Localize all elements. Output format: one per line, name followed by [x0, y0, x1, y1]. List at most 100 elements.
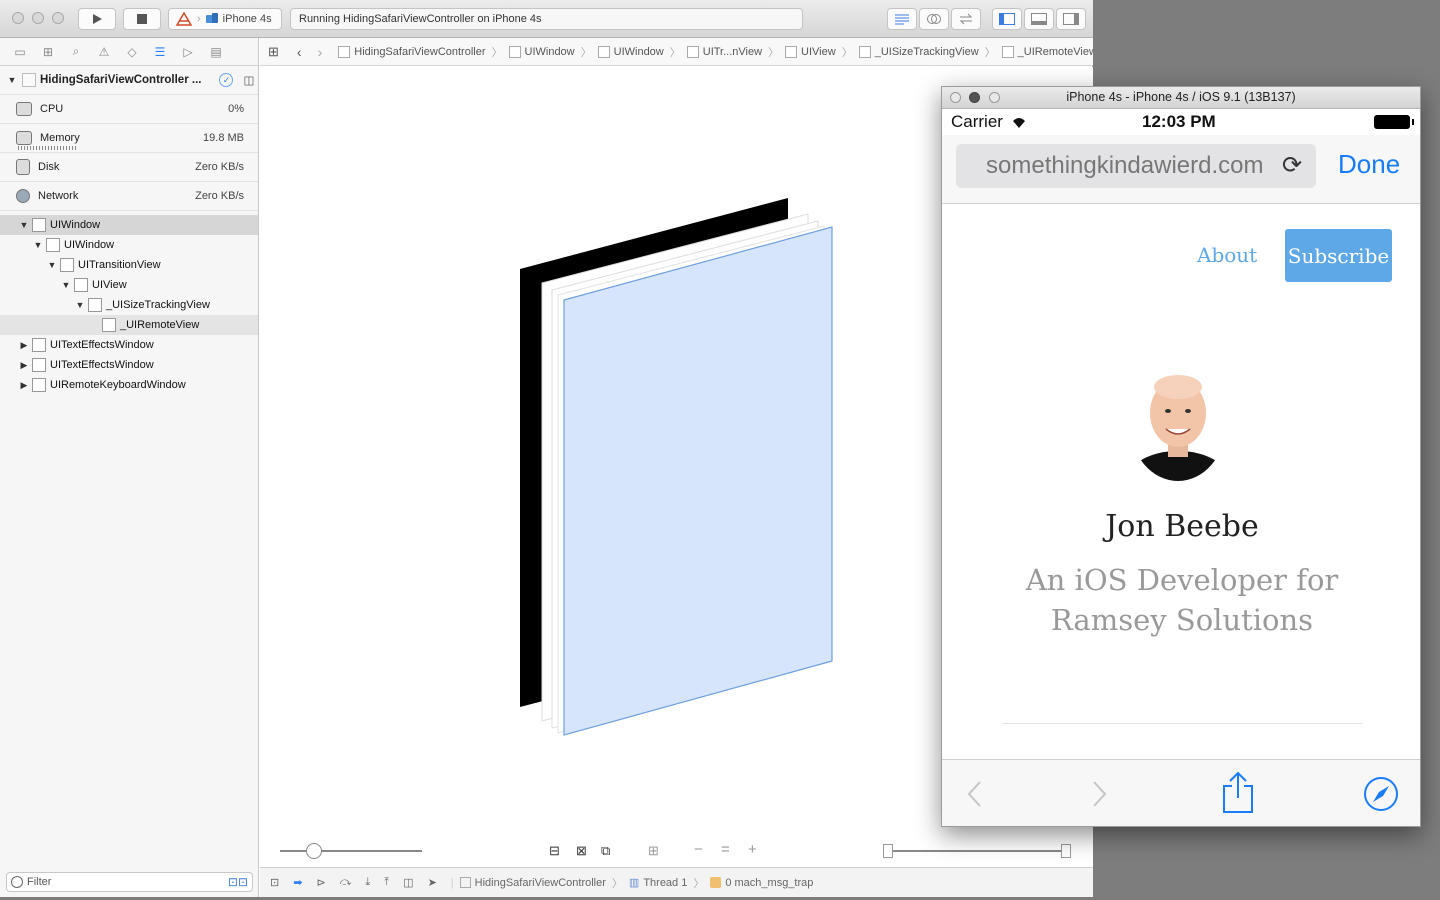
scheme-device-label: iPhone 4s — [222, 13, 272, 25]
disclosure-right-icon[interactable]: ▶ — [18, 380, 30, 391]
location-icon[interactable]: ➤ — [428, 876, 437, 889]
tree-label: UIRemoteKeyboardWindow — [50, 379, 186, 391]
tree-row[interactable]: ▼ UIView — [0, 275, 258, 295]
toggle-utilities-button[interactable] — [1056, 8, 1086, 30]
run-button[interactable] — [78, 8, 116, 30]
zoom-in-icon[interactable]: + — [748, 841, 757, 858]
breadcrumb-item[interactable]: UIWindow — [508, 45, 575, 58]
breadcrumb-item[interactable]: UIView — [785, 45, 836, 58]
tree-row[interactable]: ▼ UIWindow — [0, 235, 258, 255]
disclosure-down-icon[interactable]: ▼ — [32, 240, 44, 250]
related-items-icon[interactable]: ⊞ — [268, 44, 279, 60]
stop-button[interactable] — [123, 8, 161, 30]
folder-icon[interactable]: ▭ — [12, 45, 28, 59]
step-out-icon[interactable]: ⤒ — [384, 876, 389, 889]
symbol-navigator-icon[interactable]: ⊞ — [40, 45, 56, 59]
tree-row-selected[interactable]: _UIRemoteView — [0, 315, 258, 335]
chevron-right-icon: 〉 — [611, 877, 623, 890]
remote-view-layer[interactable] — [563, 226, 833, 736]
disclosure-down-icon[interactable]: ▼ — [46, 260, 58, 270]
report-icon[interactable]: ▤ — [208, 45, 224, 59]
network-gauge[interactable]: Network Zero KB/s — [0, 182, 258, 211]
simulator-device-icon — [205, 13, 218, 23]
version-editor-button[interactable] — [951, 8, 981, 30]
tree-row[interactable]: ▶ UITextEffectsWindow — [0, 335, 258, 355]
activity-status-text: Running HidingSafariViewController on iP… — [299, 13, 542, 25]
standard-editor-button[interactable] — [887, 8, 917, 30]
forward-arrow-icon[interactable]: › — [318, 44, 323, 60]
tree-row[interactable]: ▼ UIWindow — [0, 215, 258, 235]
wireframe-icon[interactable]: ⧉ — [601, 843, 610, 859]
search-icon[interactable]: ⌕ — [68, 44, 84, 59]
disclosure-down-icon[interactable]: ▼ — [60, 280, 72, 290]
close-window-button[interactable] — [950, 92, 961, 103]
view-debugger-icon[interactable]: ◫ — [403, 876, 413, 889]
breakpoint-icon[interactable]: ▷ — [180, 45, 196, 59]
share-icon[interactable] — [1222, 772, 1254, 814]
debug-navigator-icon[interactable]: ☰ — [152, 45, 168, 59]
process-row[interactable]: ▼ HidingSafariViewController ... ✓ ◫ — [0, 66, 258, 95]
disclosure-down-icon[interactable]: ▼ — [74, 300, 86, 310]
disclosure-down-icon[interactable]: ▼ — [18, 220, 30, 230]
zoom-window-button[interactable] — [52, 12, 64, 24]
toggle-navigator-button[interactable] — [992, 8, 1022, 30]
step-into-icon[interactable]: ⤓ — [365, 876, 370, 889]
spacing-slider-track[interactable] — [280, 850, 422, 852]
forward-arrow-icon[interactable] — [1092, 780, 1108, 808]
compass-icon[interactable] — [1363, 776, 1399, 812]
breadcrumb-item[interactable]: UIWindow — [597, 45, 664, 58]
tree-row[interactable]: ▼ _UISizeTrackingView — [0, 295, 258, 315]
spacing-slider-thumb[interactable] — [306, 843, 322, 859]
about-link[interactable]: About — [1197, 243, 1257, 267]
url-field[interactable]: somethingkindawierd.com — [956, 144, 1316, 188]
range-slider-min-handle[interactable] — [883, 844, 893, 858]
breadcrumb-item[interactable]: _UISizeTrackingView — [858, 45, 979, 58]
done-button[interactable]: Done — [1338, 149, 1400, 180]
disclosure-right-icon[interactable]: ▶ — [18, 360, 30, 371]
back-arrow-icon[interactable] — [966, 780, 982, 808]
tree-row[interactable]: ▶ UIRemoteKeyboardWindow — [0, 375, 258, 395]
toggle-debug-area-button[interactable] — [1024, 8, 1054, 30]
zoom-out-icon[interactable]: − — [694, 841, 703, 858]
subscribe-button[interactable]: Subscribe — [1285, 229, 1392, 282]
disclosure-down-icon[interactable]: ▼ — [6, 75, 18, 85]
tree-row[interactable]: ▶ UITextEffectsWindow — [0, 355, 258, 375]
hide-debug-area-icon[interactable]: ⊡ — [270, 876, 279, 889]
view-icon — [46, 238, 60, 252]
zoom-actual-icon[interactable]: = — [721, 841, 730, 858]
chevron-right-icon: 〉 — [491, 46, 503, 59]
step-over-icon[interactable]: ⤼ — [340, 876, 352, 889]
breadcrumb-item[interactable]: _UIRemoteView — [1001, 45, 1093, 58]
debug-frame-crumb[interactable]: 0 mach_msg_trap — [710, 877, 813, 889]
tree-row[interactable]: ▼ UITransitionView — [0, 255, 258, 275]
range-slider-max-handle[interactable] — [1061, 844, 1071, 858]
assistant-editor-button[interactable] — [919, 8, 949, 30]
test-navigator-icon[interactable]: ◇ — [124, 45, 140, 59]
chevron-right-icon: 〉 — [669, 46, 681, 59]
minimize-window-button[interactable] — [969, 92, 980, 103]
close-window-button[interactable] — [12, 12, 24, 24]
cpu-gauge[interactable]: CPU 0% — [0, 95, 258, 124]
orient-icon[interactable]: ⊞ — [648, 843, 659, 859]
breadcrumb-item[interactable]: HidingSafariViewController — [338, 45, 486, 58]
scheme-selector[interactable]: › iPhone 4s — [168, 8, 282, 30]
breadcrumb-item[interactable]: UITr...nView — [686, 45, 762, 58]
minimize-window-button[interactable] — [32, 12, 44, 24]
back-arrow-icon[interactable]: ‹ — [297, 44, 302, 60]
warning-icon[interactable]: ⚠ — [96, 45, 112, 59]
breakpoints-toggle-icon[interactable]: ➡ — [293, 876, 302, 889]
filter-field[interactable]: Filter ⊡⊡ — [6, 872, 253, 892]
filter-options-icon[interactable]: ⊡⊡ — [228, 875, 248, 889]
clipped-content-icon[interactable]: ⊟ — [549, 843, 560, 859]
view-debugger-icon[interactable]: ◫ — [243, 73, 254, 87]
continue-icon[interactable]: ⊳ — [316, 876, 325, 889]
debug-process-crumb[interactable]: HidingSafariViewController — [459, 877, 606, 889]
reload-icon[interactable]: ⟳ — [1282, 151, 1302, 180]
debug-thread-crumb[interactable]: ▥ Thread 1 — [629, 876, 687, 890]
disk-gauge[interactable]: Disk Zero KB/s — [0, 153, 258, 182]
zoom-window-button[interactable] — [989, 92, 1000, 103]
memory-gauge[interactable]: Memory 19.8 MB — [0, 124, 258, 153]
range-slider-track[interactable] — [888, 850, 1066, 852]
disclosure-right-icon[interactable]: ▶ — [18, 340, 30, 351]
constraints-icon[interactable]: ⊠ — [576, 843, 587, 859]
